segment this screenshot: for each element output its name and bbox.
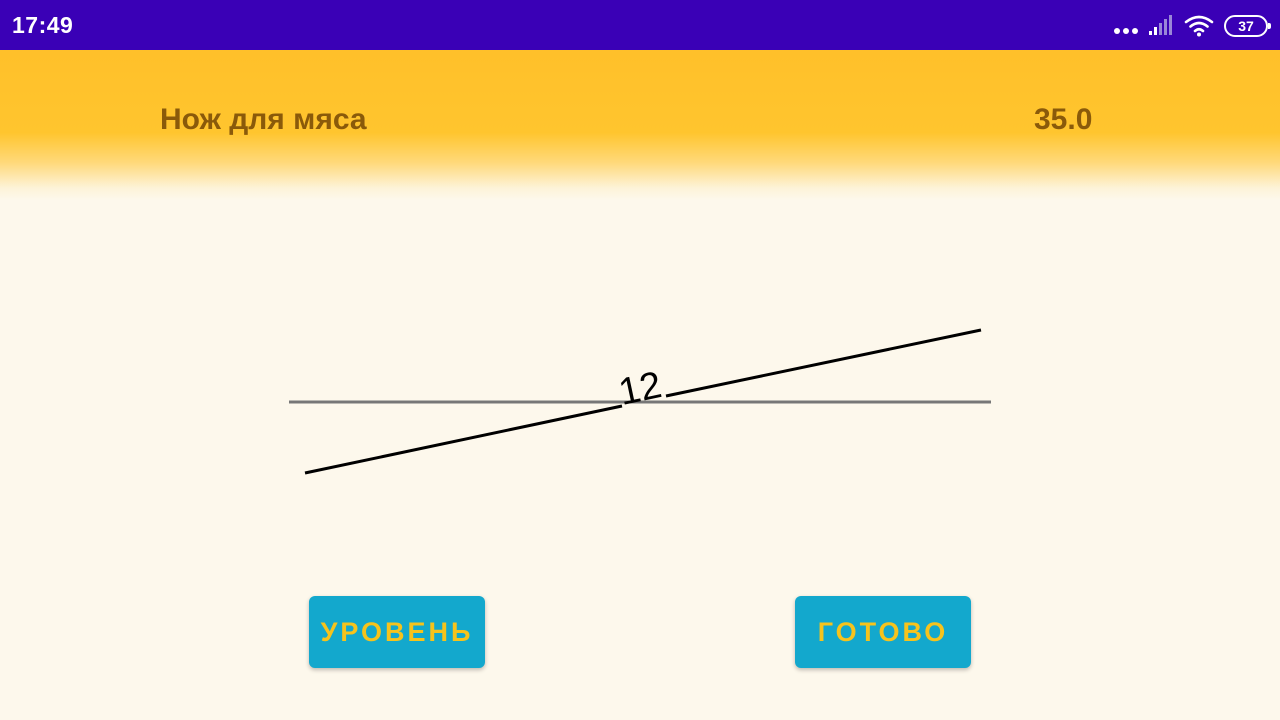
app-screen: 17:49 37 Нож для мяса 35.0 12 УРОВЕНЬ ГО… — [0, 0, 1280, 720]
signal-icon — [1149, 15, 1172, 35]
status-time: 17:49 — [12, 12, 74, 38]
knife-title: Нож для мяса — [160, 103, 367, 136]
angle-label: 12 — [615, 364, 665, 414]
status-icons: 37 — [1114, 12, 1271, 40]
blade-line-right — [665, 328, 982, 398]
battery-icon: 37 — [1224, 15, 1271, 37]
status-bar: 17:49 37 — [0, 0, 1280, 50]
wifi-icon — [1184, 15, 1214, 37]
done-button[interactable]: ГОТОВО — [795, 596, 971, 668]
level-button[interactable]: УРОВЕНЬ — [309, 596, 485, 668]
blade-line-left — [304, 404, 623, 475]
angle-value: 35.0 — [1034, 103, 1093, 136]
header-bar: Нож для мяса 35.0 — [0, 50, 1280, 200]
more-dots-icon — [1114, 28, 1138, 34]
